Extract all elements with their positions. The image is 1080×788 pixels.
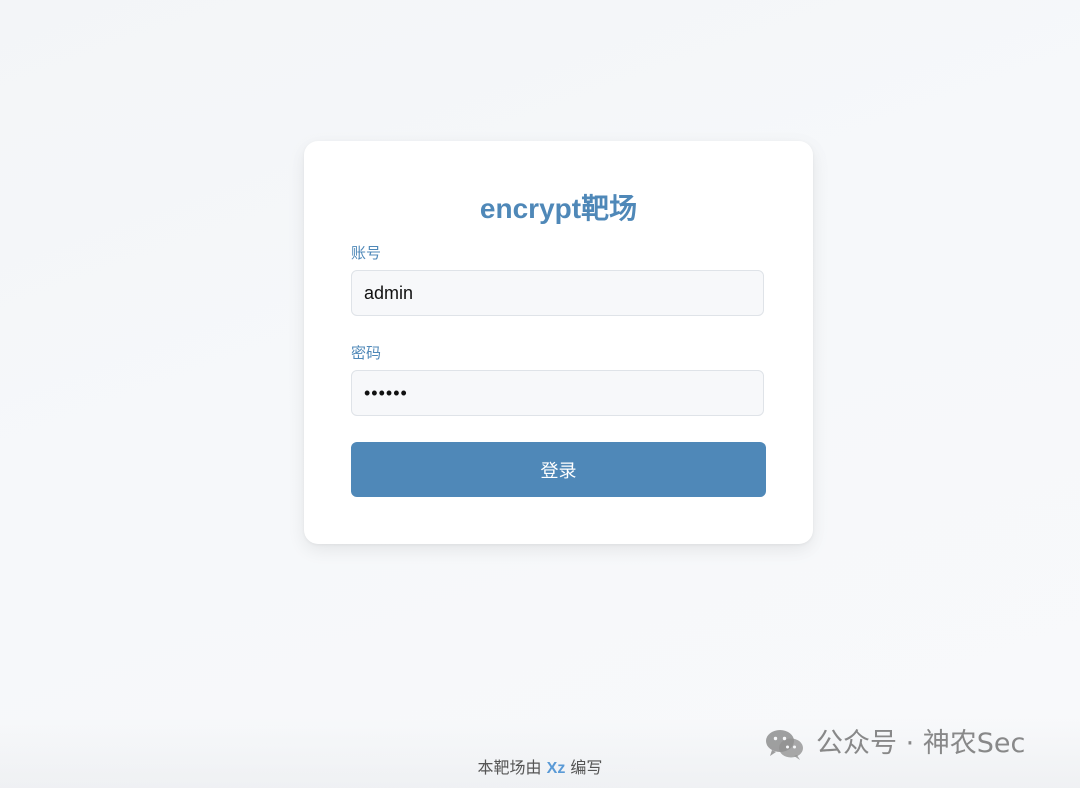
account-input[interactable] <box>351 270 764 316</box>
page-background: encrypt靶场 账号 密码 登录 本靶场由 Xz 编写 公众号 · 神农Se… <box>0 0 1080 788</box>
watermark-text: 公众号 · 神农Sec <box>816 728 1026 759</box>
wechat-icon <box>766 730 803 760</box>
account-label: 账号 <box>351 244 382 262</box>
password-label: 密码 <box>351 344 382 362</box>
page-title: encrypt靶场 <box>479 193 638 224</box>
footer-author: Xz <box>546 760 566 777</box>
login-button[interactable]: 登录 <box>351 442 766 497</box>
login-card: encrypt靶场 账号 密码 登录 <box>304 141 813 544</box>
footer-suffix: 编写 <box>570 758 603 777</box>
password-input[interactable] <box>351 370 764 416</box>
footer-prefix: 本靶场由 <box>477 758 542 777</box>
watermark: 公众号 · 神农Sec <box>764 722 1025 766</box>
